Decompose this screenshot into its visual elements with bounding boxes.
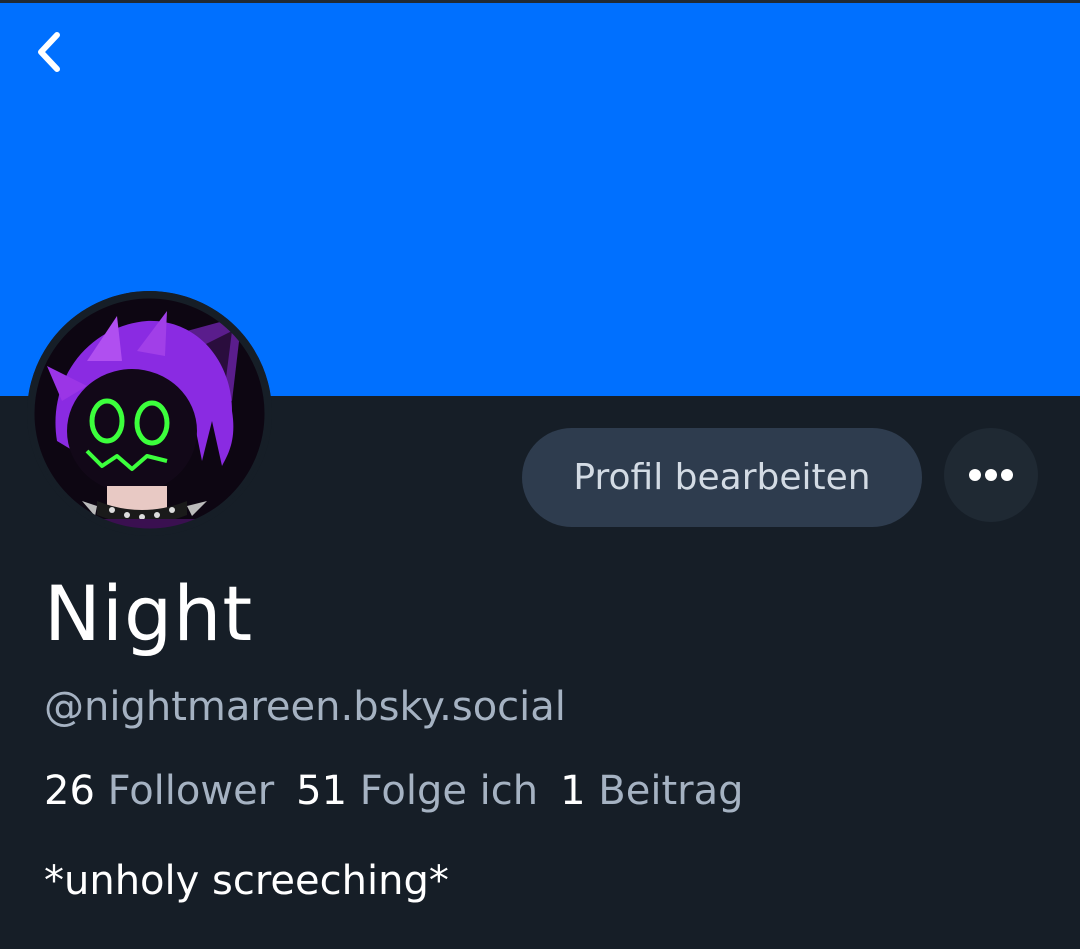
avatar-image <box>27 291 272 536</box>
more-options-button[interactable] <box>944 428 1038 522</box>
display-name: Night <box>44 569 254 658</box>
ellipsis-icon <box>969 469 1013 481</box>
followers-count: 26 <box>44 768 95 814</box>
avatar[interactable] <box>27 291 272 536</box>
edit-profile-button[interactable]: Profil bearbeiten <box>522 428 922 527</box>
followers-stat[interactable]: 26 Follower <box>44 766 274 816</box>
profile-bio: *unholy screeching* <box>44 858 449 904</box>
following-label: Folge ich <box>359 768 539 814</box>
posts-count: 1 <box>560 768 586 814</box>
profile-screen: Profil bearbeiten Night @nightmareen.bsk… <box>0 0 1080 949</box>
followers-label: Follower <box>107 768 275 814</box>
following-count: 51 <box>296 768 348 814</box>
back-button[interactable] <box>26 28 74 76</box>
posts-stat: 1 Beitrag <box>560 766 743 816</box>
following-stat[interactable]: 51 Folge ich <box>296 766 538 816</box>
edit-profile-label: Profil bearbeiten <box>573 457 871 498</box>
profile-stats: 26 Follower 51 Folge ich 1 Beitrag <box>44 766 766 816</box>
profile-handle: @nightmareen.bsky.social <box>44 684 566 730</box>
chevron-left-icon <box>38 32 60 72</box>
posts-label: Beitrag <box>598 768 744 814</box>
